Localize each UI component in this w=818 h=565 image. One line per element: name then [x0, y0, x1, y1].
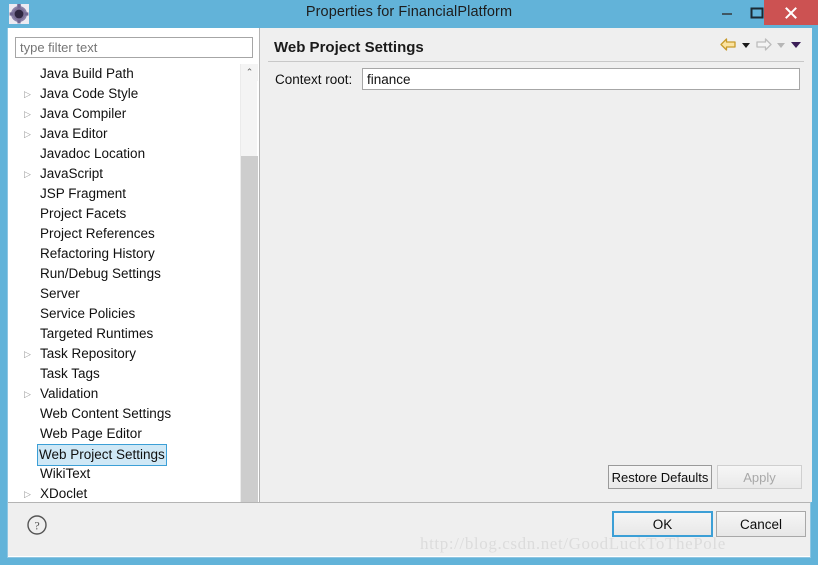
expand-arrow-icon[interactable]: ▷	[24, 84, 34, 104]
tree-item-targeted-runtimes[interactable]: Targeted Runtimes	[8, 324, 260, 344]
tree-item-wikitext[interactable]: WikiText	[8, 464, 260, 484]
back-menu-chevron-down-icon[interactable]	[741, 41, 751, 49]
expand-arrow-icon[interactable]: ▷	[24, 164, 34, 184]
tree-item-label: Project Facets	[40, 206, 127, 221]
tree-item-label: Java Build Path	[40, 66, 134, 81]
tree-item-java-editor[interactable]: ▷ Java Editor	[8, 124, 260, 144]
settings-tree[interactable]: Java Build Path ▷ Java Code Style ▷ Java Com…	[8, 64, 260, 502]
title-separator	[268, 61, 804, 62]
apply-button[interactable]: Apply	[717, 465, 802, 489]
tree-item-service-policies[interactable]: Service Policies	[8, 304, 260, 324]
tree-item-task-repository[interactable]: ▷ Task Repository	[8, 344, 260, 364]
tree-scrollbar[interactable]: ⌃ ⌄	[240, 64, 258, 527]
tree-item-javascript[interactable]: ▷ JavaScript	[8, 164, 260, 184]
tree-item-label: JavaScript	[40, 166, 104, 181]
restore-defaults-button[interactable]: Restore Defaults	[608, 465, 712, 489]
forward-menu-chevron-down-icon	[776, 41, 786, 49]
tree-item-label: Service Policies	[40, 306, 136, 321]
tree-item-label: JSP Fragment	[40, 186, 127, 201]
help-question-icon[interactable]: ?	[26, 514, 48, 536]
settings-tree-panel: Java Build Path ▷ Java Code Style ▷ Java Com…	[8, 28, 260, 502]
expand-arrow-icon[interactable]: ▷	[24, 344, 34, 364]
tree-item-label: Java Code Style	[40, 86, 139, 101]
tree-item-task-tags[interactable]: Task Tags	[8, 364, 260, 384]
tree-item-web-page-editor[interactable]: Web Page Editor	[8, 424, 260, 444]
tree-item-label: WikiText	[40, 466, 91, 481]
tree-item-java-build-path[interactable]: Java Build Path	[8, 64, 260, 84]
page-menu-chevron-down-icon[interactable]	[790, 40, 802, 49]
dialog-footer: ? OK Cancel	[8, 503, 810, 556]
expand-arrow-icon[interactable]: ▷	[24, 104, 34, 124]
expand-arrow-icon[interactable]: ▷	[24, 384, 34, 404]
ok-button[interactable]: OK	[612, 511, 713, 537]
tree-item-label: Web Project Settings	[37, 444, 167, 466]
tree-item-label: Refactoring History	[40, 246, 155, 261]
title-bar: Properties for FinancialPlatform	[0, 0, 818, 28]
cancel-button[interactable]: Cancel	[716, 511, 806, 537]
tree-item-java-code-style[interactable]: ▷ Java Code Style	[8, 84, 260, 104]
tree-item-label: Java Compiler	[40, 106, 127, 121]
tree-item-label: Web Content Settings	[40, 406, 172, 421]
forward-arrow-icon	[755, 37, 772, 52]
minimize-button[interactable]	[712, 0, 742, 25]
tree-item-web-content-settings[interactable]: Web Content Settings	[8, 404, 260, 424]
tree-item-javadoc-location[interactable]: Javadoc Location	[8, 144, 260, 164]
back-arrow-icon[interactable]	[720, 37, 737, 52]
tree-item-label: Web Page Editor	[40, 426, 142, 441]
tree-item-label: Task Tags	[40, 366, 100, 381]
svg-text:?: ?	[34, 519, 39, 533]
tree-item-validation[interactable]: ▷ Validation	[8, 384, 260, 404]
tree-item-label: Server	[40, 286, 80, 301]
expand-arrow-icon[interactable]: ▷	[24, 484, 34, 502]
tree-item-label: Task Repository	[40, 346, 137, 361]
tree-item-label: Targeted Runtimes	[40, 326, 154, 341]
scrollbar-thumb[interactable]	[241, 156, 258, 503]
tree-item-label: Run/Debug Settings	[40, 266, 161, 281]
tree-item-project-facets[interactable]: Project Facets	[8, 204, 260, 224]
context-root-label: Context root:	[275, 72, 353, 87]
page-title: Web Project Settings	[274, 39, 424, 56]
window-title: Properties for FinancialPlatform	[305, 4, 513, 20]
tree-item-label: XDoclet	[40, 486, 88, 501]
close-button[interactable]	[764, 0, 818, 25]
navigation-arrows	[720, 37, 802, 52]
tree-item-jsp-fragment[interactable]: JSP Fragment	[8, 184, 260, 204]
tree-item-project-references[interactable]: Project References	[8, 224, 260, 244]
tree-item-xdoclet[interactable]: ▷ XDoclet	[8, 484, 260, 502]
tree-item-refactoring-history[interactable]: Refactoring History	[8, 244, 260, 264]
tree-item-run-debug-settings[interactable]: Run/Debug Settings	[8, 264, 260, 284]
tree-item-server[interactable]: Server	[8, 284, 260, 304]
tree-item-label: Validation	[40, 386, 99, 401]
settings-content-panel: Web Project Settings Context root: finan…	[260, 28, 812, 502]
filter-input[interactable]	[15, 37, 253, 58]
properties-dialog-window: Properties for FinancialPlatform Java Bu…	[0, 0, 818, 565]
tree-item-web-project-settings[interactable]: Web Project Settings	[8, 444, 260, 466]
tree-item-java-compiler[interactable]: ▷ Java Compiler	[8, 104, 260, 124]
context-root-input[interactable]	[362, 68, 800, 90]
expand-arrow-icon[interactable]: ▷	[24, 124, 34, 144]
dialog-body: Java Build Path ▷ Java Code Style ▷ Java Com…	[7, 28, 812, 558]
tree-item-label: Java Editor	[40, 126, 108, 141]
tree-item-label: Javadoc Location	[40, 146, 146, 161]
tree-item-label: Project References	[40, 226, 155, 241]
scroll-up-icon[interactable]: ⌃	[241, 64, 258, 81]
